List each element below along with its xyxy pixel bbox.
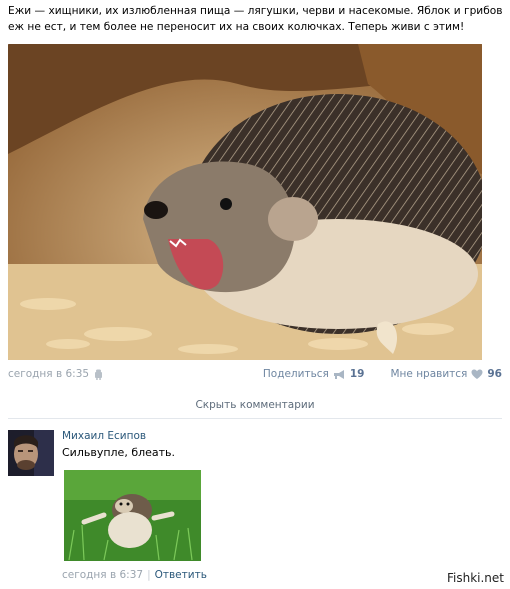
watermark: Fishki.net — [446, 571, 504, 585]
comment-meta: сегодня в 6:37 | Ответить — [62, 569, 207, 581]
post-time-text[interactable]: сегодня в 6:35 — [8, 368, 89, 380]
post-time[interactable]: сегодня в 6:35 — [8, 368, 103, 380]
like-count: 96 — [487, 368, 502, 380]
post-photo-hedgehog[interactable] — [8, 44, 482, 360]
avatar[interactable] — [8, 430, 54, 476]
post-meta: сегодня в 6:35 Поделиться 19 Мне нравитс… — [8, 366, 502, 384]
share-label: Поделиться — [262, 368, 329, 380]
like-button[interactable]: Мне нравится 96 — [390, 368, 502, 380]
comment-photo[interactable] — [64, 470, 201, 561]
heart-icon — [471, 369, 483, 379]
share-count: 19 — [349, 368, 365, 380]
android-icon — [95, 369, 103, 380]
reply-link[interactable]: Ответить — [155, 569, 207, 581]
comment-time[interactable]: сегодня в 6:37 — [62, 569, 143, 581]
hide-comments-link[interactable]: Скрыть комментарии — [8, 392, 502, 419]
hedgehog-grass-image — [64, 470, 201, 561]
comment-author[interactable]: Михаил Есипов — [62, 430, 146, 442]
avatar-image — [8, 430, 54, 476]
megaphone-icon — [333, 369, 344, 379]
share-button[interactable]: Поделиться 19 — [263, 368, 365, 380]
hedgehog-image — [8, 44, 482, 360]
like-label: Мне нравится — [390, 368, 468, 380]
comment-text: Сильвупле, блеать. — [62, 446, 176, 459]
comment: Михаил Есипов Сильвупле, блеать. сегодня… — [8, 428, 502, 588]
meta-separator: | — [147, 569, 151, 581]
post-text: Ежи — хищники, их излюбленная пища — ляг… — [8, 5, 503, 33]
